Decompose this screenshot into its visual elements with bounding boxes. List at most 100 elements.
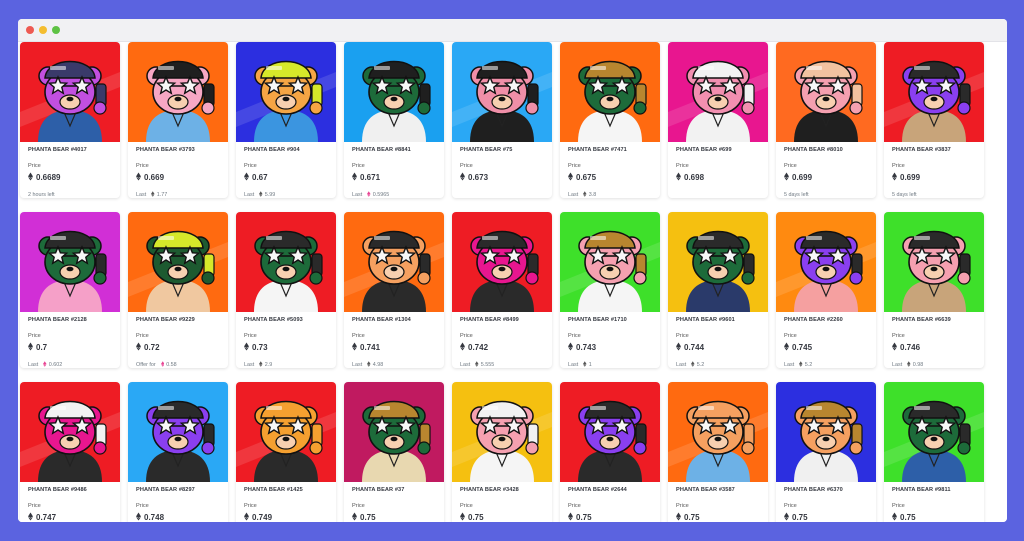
nft-card-details: PHANTA BEAR #6639 Price 0.746 Last 0.98 (884, 312, 984, 368)
nft-image[interactable] (128, 382, 228, 482)
nft-image[interactable] (776, 382, 876, 482)
nft-price: 0.67 (244, 171, 329, 183)
nft-sub-info: Last 0.98 (892, 361, 977, 368)
nft-card[interactable]: PHANTA BEAR #75 Price 0.673 (452, 42, 552, 198)
nft-image[interactable] (668, 382, 768, 482)
price-value: 0.742 (468, 342, 489, 352)
sub-info-value: 1 (588, 362, 592, 368)
nft-price: 0.7 (28, 341, 113, 353)
nft-image[interactable] (452, 382, 552, 482)
price-label: Price (136, 503, 149, 509)
nft-card[interactable]: PHANTA BEAR #904 Price 0.67 Last 5.99 (236, 42, 336, 198)
nft-name: PHANTA BEAR #9811 (892, 487, 951, 493)
browser-window: PHANTA BEAR #4017 Price 0.6689 2 hours left… (18, 19, 1007, 522)
nft-sub-info: Last 1.77 (136, 191, 221, 198)
price-value: 0.75 (468, 512, 484, 522)
nft-card[interactable]: PHANTA BEAR #9486 Price 0.747 (20, 382, 120, 522)
nft-card[interactable]: PHANTA BEAR #8499 Price 0.742 Last 5.555 (452, 212, 552, 368)
nft-name: PHANTA BEAR #9229 (136, 317, 195, 323)
price-value: 0.743 (576, 342, 597, 352)
eth-icon (151, 191, 155, 198)
sub-info-value: 3.8 (588, 192, 597, 198)
nft-image[interactable] (668, 42, 768, 142)
eth-icon (907, 361, 911, 368)
maximize-window-button[interactable] (52, 26, 60, 34)
nft-card[interactable]: PHANTA BEAR #37 Price 0.75 (344, 382, 444, 522)
nft-card[interactable]: PHANTA BEAR #699 Price 0.698 (668, 42, 768, 198)
price-label: Price (460, 333, 473, 339)
nft-image[interactable] (452, 212, 552, 312)
nft-sub-info: Last 5.2 (784, 361, 869, 368)
nft-price: 0.741 (352, 341, 437, 353)
nft-card-details: PHANTA BEAR #3793 Price 0.669 Last 1.77 (128, 142, 228, 198)
sub-info-value: 5.2 (696, 362, 705, 368)
sub-info-label: Last (892, 362, 903, 368)
close-window-button[interactable] (26, 26, 34, 34)
nft-name: PHANTA BEAR #4017 (28, 147, 87, 153)
nft-card[interactable]: PHANTA BEAR #2644 Price 0.75 (560, 382, 660, 522)
nft-image[interactable] (884, 42, 984, 142)
nft-image[interactable] (560, 212, 660, 312)
nft-image[interactable] (344, 212, 444, 312)
nft-card[interactable]: PHANTA BEAR #8297 Price 0.748 (128, 382, 228, 522)
eth-icon (352, 512, 357, 523)
nft-image[interactable] (20, 42, 120, 142)
nft-card[interactable]: PHANTA BEAR #5093 Price 0.73 Last 2.9 (236, 212, 336, 368)
price-value: 0.75 (900, 512, 916, 522)
nft-card[interactable]: PHANTA BEAR #6639 Price 0.746 Last 0.98 (884, 212, 984, 368)
nft-sub-info: 5 days left (892, 191, 977, 198)
nft-image[interactable] (344, 42, 444, 142)
nft-card[interactable]: PHANTA BEAR #6370 Price 0.75 (776, 382, 876, 522)
eth-icon (136, 512, 141, 523)
nft-name: PHANTA BEAR #904 (244, 147, 300, 153)
eth-icon (244, 172, 249, 183)
nft-card-details: PHANTA BEAR #8499 Price 0.742 Last 5.555 (452, 312, 552, 368)
nft-price: 0.673 (460, 171, 545, 183)
nft-image[interactable] (236, 382, 336, 482)
nft-card[interactable]: PHANTA BEAR #3428 Price 0.75 (452, 382, 552, 522)
nft-image[interactable] (128, 212, 228, 312)
price-value: 0.671 (360, 172, 381, 182)
nft-card[interactable]: PHANTA BEAR #1710 Price 0.743 Last 1 (560, 212, 660, 368)
nft-card[interactable]: PHANTA BEAR #9811 Price 0.75 (884, 382, 984, 522)
nft-card[interactable]: PHANTA BEAR #9601 Price 0.744 Last 5.2 (668, 212, 768, 368)
nft-card[interactable]: PHANTA BEAR #1425 Price 0.749 (236, 382, 336, 522)
nft-image[interactable] (128, 42, 228, 142)
nft-card[interactable]: PHANTA BEAR #2128 Price 0.7 Last 0.602 (20, 212, 120, 368)
nft-name: PHANTA BEAR #7471 (568, 147, 627, 153)
nft-card[interactable]: PHANTA BEAR #9229 Price 0.72 Offer for 0.58 (128, 212, 228, 368)
nft-image[interactable] (668, 212, 768, 312)
nft-name: PHANTA BEAR #8841 (352, 147, 411, 153)
nft-card[interactable]: PHANTA BEAR #2260 Price 0.745 Last 5.2 (776, 212, 876, 368)
nft-image[interactable] (776, 212, 876, 312)
nft-name: PHANTA BEAR #9601 (676, 317, 735, 323)
price-label: Price (28, 503, 41, 509)
nft-name: PHANTA BEAR #3587 (676, 487, 735, 493)
nft-image[interactable] (560, 42, 660, 142)
minimize-window-button[interactable] (39, 26, 47, 34)
nft-image[interactable] (344, 382, 444, 482)
nft-card[interactable]: PHANTA BEAR #3793 Price 0.669 Last 1.77 (128, 42, 228, 198)
nft-image[interactable] (452, 42, 552, 142)
nft-price: 0.6689 (28, 171, 113, 183)
nft-card[interactable]: PHANTA BEAR #7471 Price 0.675 Last 3.8 (560, 42, 660, 198)
nft-image[interactable] (236, 212, 336, 312)
nft-card[interactable]: PHANTA BEAR #1304 Price 0.741 Last 4.98 (344, 212, 444, 368)
nft-image[interactable] (236, 42, 336, 142)
nft-card[interactable]: PHANTA BEAR #4017 Price 0.6689 2 hours left (20, 42, 120, 198)
nft-card[interactable]: PHANTA BEAR #8010 Price 0.699 5 days left (776, 42, 876, 198)
nft-name: PHANTA BEAR #9486 (28, 487, 87, 493)
nft-image[interactable] (776, 42, 876, 142)
nft-image[interactable] (560, 382, 660, 482)
nft-card[interactable]: PHANTA BEAR #3587 Price 0.75 (668, 382, 768, 522)
nft-image[interactable] (884, 382, 984, 482)
nft-card[interactable]: PHANTA BEAR #8841 Price 0.671 Last 0.5965 (344, 42, 444, 198)
nft-image[interactable] (20, 212, 120, 312)
nft-image[interactable] (884, 212, 984, 312)
nft-image[interactable] (20, 382, 120, 482)
nft-card[interactable]: PHANTA BEAR #3837 Price 0.699 5 days left (884, 42, 984, 198)
eth-icon (676, 342, 681, 353)
price-value: 0.669 (144, 172, 165, 182)
price-value: 0.748 (144, 512, 165, 522)
nft-card-details: PHANTA BEAR #3428 Price 0.75 (452, 482, 552, 522)
